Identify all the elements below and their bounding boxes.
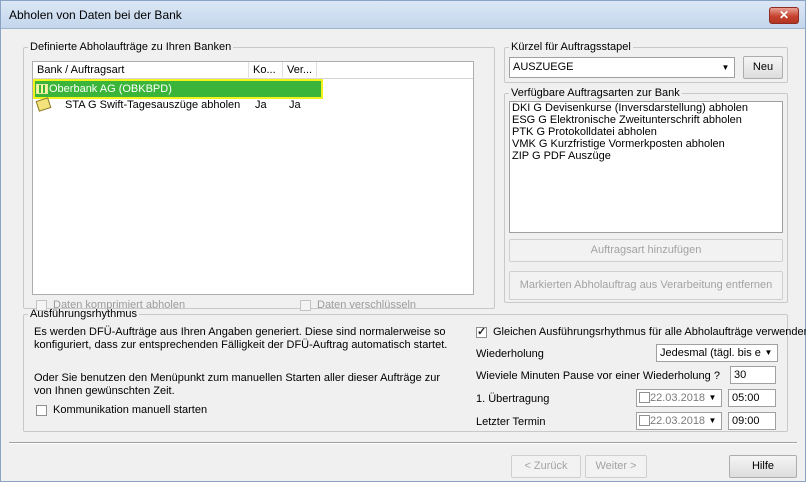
first-date-checkbox[interactable]	[639, 392, 650, 403]
list-row-bank[interactable]: Oberbank AG (OBKBPD)	[33, 79, 323, 99]
remove-order-button[interactable]: Markierten Abholauftrag aus Verarbeitung…	[509, 271, 783, 300]
footer-separator	[9, 442, 797, 444]
new-button[interactable]: Neu	[743, 56, 783, 79]
batch-code-group: Kürzel für Auftragsstapel AUSZUEGE ▼ Neu	[504, 41, 788, 83]
available-order-item[interactable]: ZIP G PDF Auszüge	[510, 150, 782, 162]
same-rhythm-checkbox-label: Gleichen Ausführungsrhythmus für alle Ab…	[493, 326, 806, 338]
last-date-label: Letzter Termin	[476, 416, 546, 428]
last-date-value: 22.03.2018	[650, 415, 706, 427]
next-button[interactable]: Weiter >	[585, 455, 647, 478]
row-order-name: STA G Swift-Tagesauszüge abholen	[65, 99, 241, 111]
row-bank-name: Oberbank AG (OBKBPD)	[49, 83, 172, 95]
first-transfer-time[interactable]: 05:00	[728, 389, 776, 407]
repeat-value: Jedesmal (tägl. bis erfolgr	[660, 347, 762, 359]
help-button[interactable]: Hilfe	[729, 455, 797, 478]
row-order-ver: Ja	[289, 99, 301, 111]
close-button[interactable]: ✕	[769, 7, 799, 24]
repeat-label: Wiederholung	[476, 348, 544, 360]
schedule-legend: Ausführungsrhythmus	[30, 308, 137, 320]
available-orders-legend: Verfügbare Auftragsarten zur Bank	[511, 87, 680, 99]
chevron-down-icon[interactable]: ▼	[761, 346, 776, 360]
listview-header: Bank / Auftragsart Ko... Ver...	[33, 62, 473, 79]
back-button[interactable]: < Zurück	[511, 455, 581, 478]
column-ko[interactable]: Ko...	[249, 62, 283, 79]
available-order-item[interactable]: DKI G Devisenkurse (Inversdarstellung) a…	[510, 102, 782, 114]
manual-start-checkbox-label: Kommunikation manuell starten	[53, 404, 208, 416]
chevron-down-icon[interactable]: ▼	[705, 414, 720, 428]
window-title: Abholen von Daten bei der Bank	[9, 8, 182, 22]
column-ver[interactable]: Ver...	[283, 62, 317, 79]
row-order-ko: Ja	[255, 99, 267, 111]
last-transfer-date[interactable]: 22.03.2018 ▼	[636, 412, 722, 430]
list-row-order[interactable]: STA G Swift-Tagesauszüge abholen Ja Ja	[35, 97, 335, 113]
same-rhythm-checkbox-box[interactable]: ✓	[476, 325, 487, 338]
schedule-manual-hint: Oder Sie benutzen den Menüpunkt zum manu…	[34, 372, 441, 397]
first-transfer-date[interactable]: 22.03.2018 ▼	[636, 389, 722, 407]
available-orders-listbox[interactable]: DKI G Devisenkurse (Inversdarstellung) a…	[509, 101, 783, 233]
first-transfer-label: 1. Übertragung	[476, 393, 550, 405]
batch-code-value: AUSZUEGE	[513, 61, 574, 73]
schedule-group: Ausführungsrhythmus Es werden DFÜ-Aufträ…	[23, 308, 806, 432]
defined-orders-group: Definierte Abholaufträge zu Ihren Banken…	[23, 41, 495, 311]
column-bank[interactable]: Bank / Auftragsart	[33, 62, 249, 79]
manual-start-checkbox[interactable]: Kommunikation manuell starten	[36, 404, 207, 416]
dialog-window: Abholen von Daten bei der Bank ✕ Definie…	[0, 0, 806, 482]
available-orders-group: Verfügbare Auftragsarten zur Bank DKI G …	[504, 87, 788, 303]
defined-orders-legend: Definierte Abholaufträge zu Ihren Banken	[30, 41, 232, 53]
last-date-checkbox[interactable]	[639, 415, 650, 426]
bank-icon	[36, 84, 48, 94]
first-date-value: 22.03.2018	[650, 392, 706, 404]
pause-minutes-field[interactable]: 30	[730, 366, 776, 384]
chevron-down-icon[interactable]: ▼	[705, 391, 720, 405]
document-icon	[35, 97, 52, 112]
repeat-combo[interactable]: Jedesmal (tägl. bis erfolgr ▼	[656, 344, 778, 362]
pause-label: Wieviele Minuten Pause vor einer Wiederh…	[476, 370, 720, 382]
chevron-down-icon[interactable]: ▼	[718, 59, 733, 76]
batch-code-combo[interactable]: AUSZUEGE ▼	[509, 57, 735, 78]
batch-code-legend: Kürzel für Auftragsstapel	[511, 41, 631, 53]
schedule-description: Es werden DFÜ-Aufträge aus Ihren Angaben…	[34, 326, 448, 351]
manual-start-checkbox-box[interactable]	[36, 404, 47, 416]
orders-listview[interactable]: Bank / Auftragsart Ko... Ver... Oberbank…	[32, 61, 474, 295]
available-order-item[interactable]: VMK G Kurzfristige Vormerkposten abholen	[510, 138, 782, 150]
title-bar: Abholen von Daten bei der Bank ✕	[1, 1, 805, 29]
last-transfer-time[interactable]: 09:00	[728, 412, 776, 430]
checkmark-icon: ✓	[477, 325, 487, 338]
available-order-item[interactable]: PTK G Protokolldatei abholen	[510, 126, 782, 138]
available-order-item[interactable]: ESG G Elektronische Zweitunterschrift ab…	[510, 114, 782, 126]
same-rhythm-checkbox[interactable]: ✓ Gleichen Ausführungsrhythmus für alle …	[476, 326, 806, 338]
add-order-type-button[interactable]: Auftragsart hinzufügen	[509, 239, 783, 262]
